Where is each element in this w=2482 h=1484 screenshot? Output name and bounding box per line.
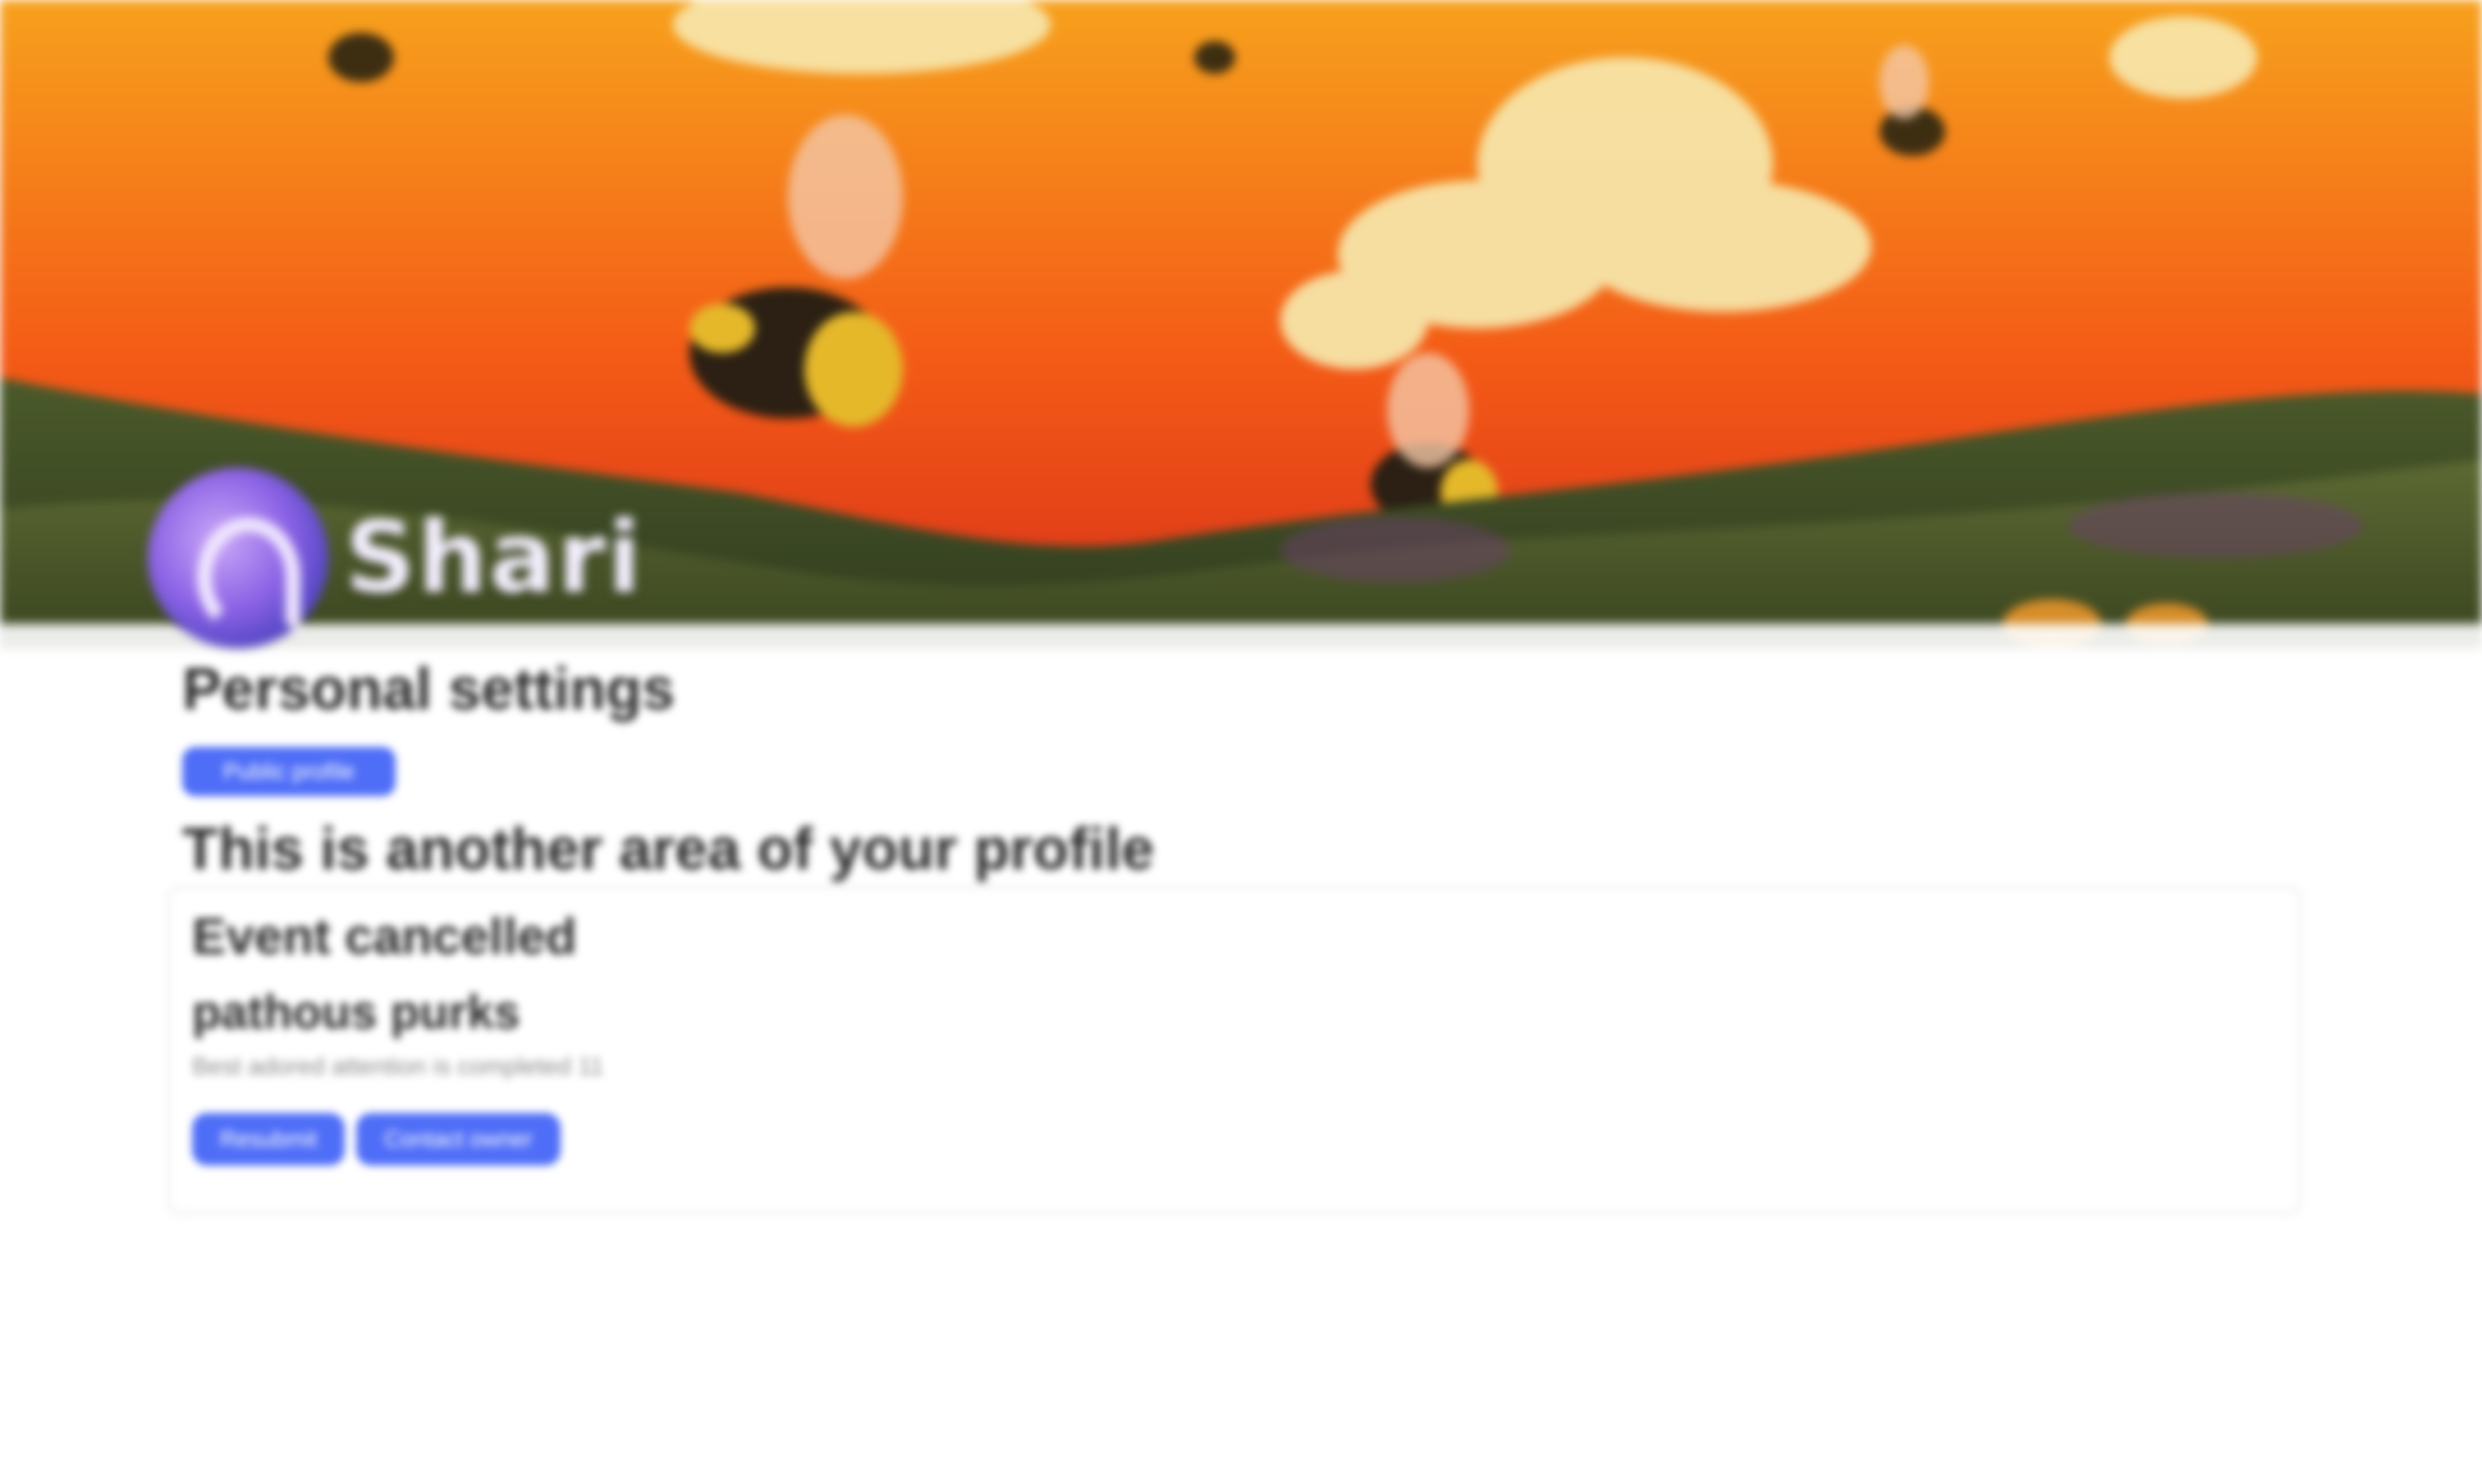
brand-name: Shari — [345, 501, 643, 616]
event-card-actions: Resubmit Contact owner — [192, 1113, 2277, 1166]
profile-content: Personal settings Public profile This is… — [167, 648, 2316, 1215]
brand-logo-icon — [148, 468, 328, 648]
event-card: Event cancelled pathous purks Best adore… — [167, 886, 2301, 1215]
event-card-name: pathous purks — [192, 986, 520, 1039]
event-card-meta: Best adored attention is completed 11 — [192, 1053, 604, 1080]
brand-logo[interactable]: Shari — [148, 468, 643, 648]
contact-owner-button[interactable]: Contact owner — [356, 1113, 561, 1166]
event-card-title: Event cancelled — [192, 909, 577, 965]
profile-tag[interactable]: Public profile — [182, 747, 396, 796]
section-title: Personal settings — [182, 657, 675, 722]
resubmit-button[interactable]: Resubmit — [192, 1113, 346, 1166]
section-subtitle: This is another area of your profile — [182, 817, 1155, 882]
